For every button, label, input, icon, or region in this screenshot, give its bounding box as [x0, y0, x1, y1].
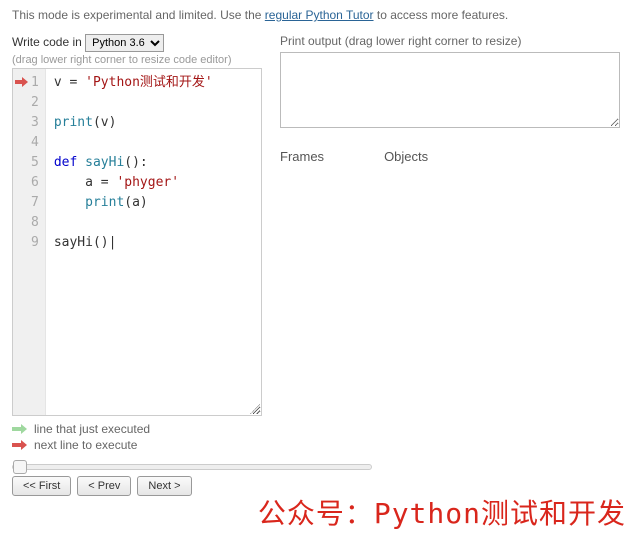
print-output[interactable] — [280, 52, 620, 128]
watermark-text: 公众号：Python测试和开发 — [258, 492, 626, 532]
objects-label: Objects — [384, 149, 428, 164]
code-editor[interactable]: 123456789 v = 'Python测试和开发' print(v) def… — [12, 68, 262, 416]
slider-thumb[interactable] — [13, 460, 27, 474]
output-label: Print output (drag lower right corner to… — [280, 34, 628, 48]
prev-button[interactable]: < Prev — [77, 476, 131, 496]
line-gutter: 123456789 — [13, 69, 46, 415]
notice-suffix: to access more features. — [377, 8, 508, 22]
executed-arrow-icon — [12, 424, 28, 434]
next-arrow-icon — [12, 440, 28, 450]
next-line-arrow-icon — [15, 77, 29, 87]
notice-prefix: This mode is experimental and limited. U… — [12, 8, 261, 22]
regular-tutor-link[interactable]: regular Python Tutor — [265, 8, 374, 22]
first-button[interactable]: << First — [12, 476, 71, 496]
code-area[interactable]: v = 'Python测试和开发' print(v) def sayHi(): … — [46, 69, 261, 415]
editor-resize-handle[interactable] — [250, 404, 260, 414]
resize-hint: (drag lower right corner to resize code … — [12, 54, 262, 66]
experimental-notice: This mode is experimental and limited. U… — [12, 8, 628, 22]
legend-next: next line to execute — [34, 438, 137, 452]
legend-executed: line that just executed — [34, 422, 150, 436]
write-code-label: Write code in — [12, 35, 82, 49]
step-slider[interactable] — [12, 464, 372, 470]
next-button[interactable]: Next > — [137, 476, 191, 496]
frames-label: Frames — [280, 149, 324, 164]
language-select[interactable]: Python 3.6 — [85, 34, 164, 52]
